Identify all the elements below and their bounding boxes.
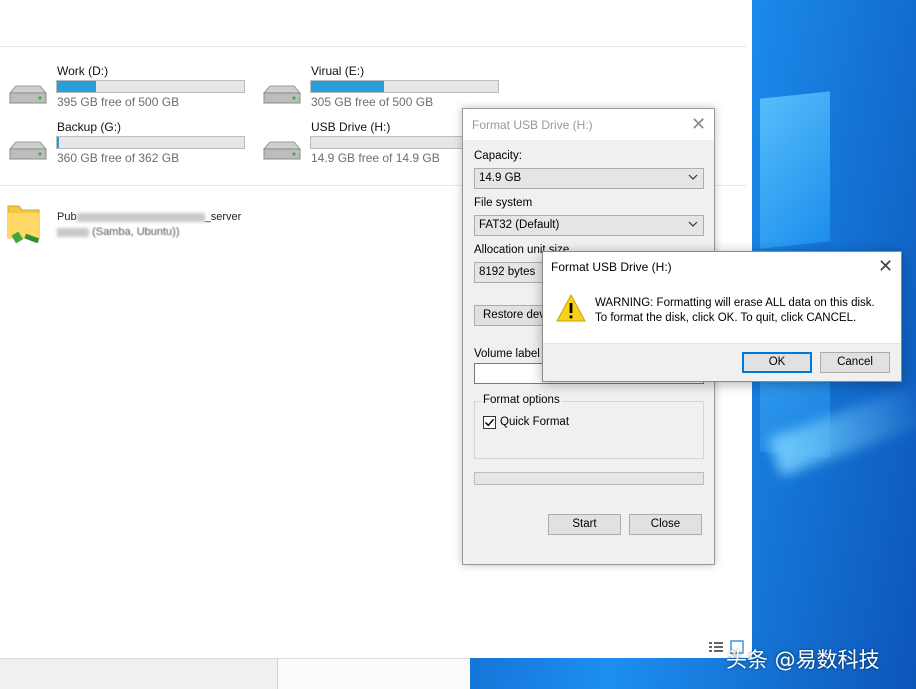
format-dialog-title: Format USB Drive (H:) [472, 118, 593, 132]
warning-dialog-title: Format USB Drive (H:) [551, 260, 672, 274]
drive-item-backup[interactable]: Backup (G:) 360 GB free of 362 GB [0, 120, 250, 170]
close-icon[interactable]: ✕ [878, 257, 893, 275]
quick-format-label: Quick Format [500, 416, 570, 428]
drive-label: Backup (G:) [57, 120, 122, 134]
volume-label-label: Volume label [474, 348, 540, 360]
quick-format-checkbox[interactable] [483, 416, 496, 429]
format-progress-bar [474, 472, 704, 485]
details-view-icon[interactable] [708, 640, 724, 654]
drive-label: Virual (E:) [311, 64, 365, 78]
drive-usage-bar [56, 80, 245, 93]
filesystem-label: File system [474, 197, 533, 209]
drive-label: Work (D:) [57, 64, 109, 78]
section-divider [0, 46, 746, 47]
network-location-detail: (Samba, Ubuntu)) [57, 226, 180, 238]
filesystem-select[interactable]: FAT32 (Default) [474, 215, 704, 236]
network-folder-icon [7, 205, 40, 244]
hard-drive-icon [262, 85, 302, 104]
drive-free-space: 305 GB free of 500 GB [311, 95, 434, 109]
chevron-down-icon [688, 174, 698, 180]
drive-usage-fill [57, 137, 59, 148]
start-button[interactable]: Start [548, 514, 621, 535]
format-options-title: Format options [481, 394, 562, 406]
warning-dialog: Format USB Drive (H:) ✕ WARNING: Formatt… [542, 251, 902, 382]
strip-panel [278, 659, 470, 689]
close-icon[interactable]: ✕ [691, 115, 706, 133]
chevron-down-icon [688, 221, 698, 227]
warning-dialog-footer: OK Cancel [543, 343, 901, 381]
capacity-select[interactable]: 14.9 GB [474, 168, 704, 189]
warning-icon [556, 293, 586, 322]
network-location-name: Pub _server [57, 211, 242, 223]
network-location-item[interactable]: Pub _server (Samba, Ubuntu)) [5, 200, 265, 250]
drive-usage-fill [57, 81, 97, 92]
format-dialog-titlebar: Format USB Drive (H:) ✕ [463, 109, 714, 140]
usb-drive-icon [262, 141, 302, 160]
windows-logo-pane [760, 91, 830, 249]
cancel-button[interactable]: Cancel [820, 352, 890, 373]
drive-label: USB Drive (H:) [311, 120, 391, 134]
capacity-label: Capacity: [474, 150, 522, 162]
format-options-group: Format options Quick Format [474, 394, 704, 459]
checkmark-icon [485, 418, 495, 427]
taskbar-strip [0, 658, 470, 689]
watermark-text: 头条 @易数科技 [726, 648, 880, 672]
warning-message-line2: To format the disk, click OK. To quit, c… [595, 312, 857, 324]
drive-item-work[interactable]: Work (D:) 395 GB free of 500 GB [0, 64, 250, 114]
hard-drive-icon [8, 141, 48, 160]
redacted-text [57, 227, 89, 237]
close-button[interactable]: Close [629, 514, 702, 535]
hard-drive-icon [8, 85, 48, 104]
drive-usage-bar [56, 136, 245, 149]
drive-free-space: 395 GB free of 500 GB [57, 95, 180, 109]
ok-button[interactable]: OK [742, 352, 812, 373]
drive-usage-bar [310, 80, 499, 93]
drive-usage-fill [311, 81, 384, 92]
drive-free-space: 360 GB free of 362 GB [57, 151, 180, 165]
warning-message-line1: WARNING: Formatting will erase ALL data … [595, 297, 875, 309]
drive-item-virual[interactable]: Virual (E:) 305 GB free of 500 GB [254, 64, 504, 114]
drive-free-space: 14.9 GB free of 14.9 GB [311, 151, 440, 165]
redacted-text [76, 212, 205, 222]
